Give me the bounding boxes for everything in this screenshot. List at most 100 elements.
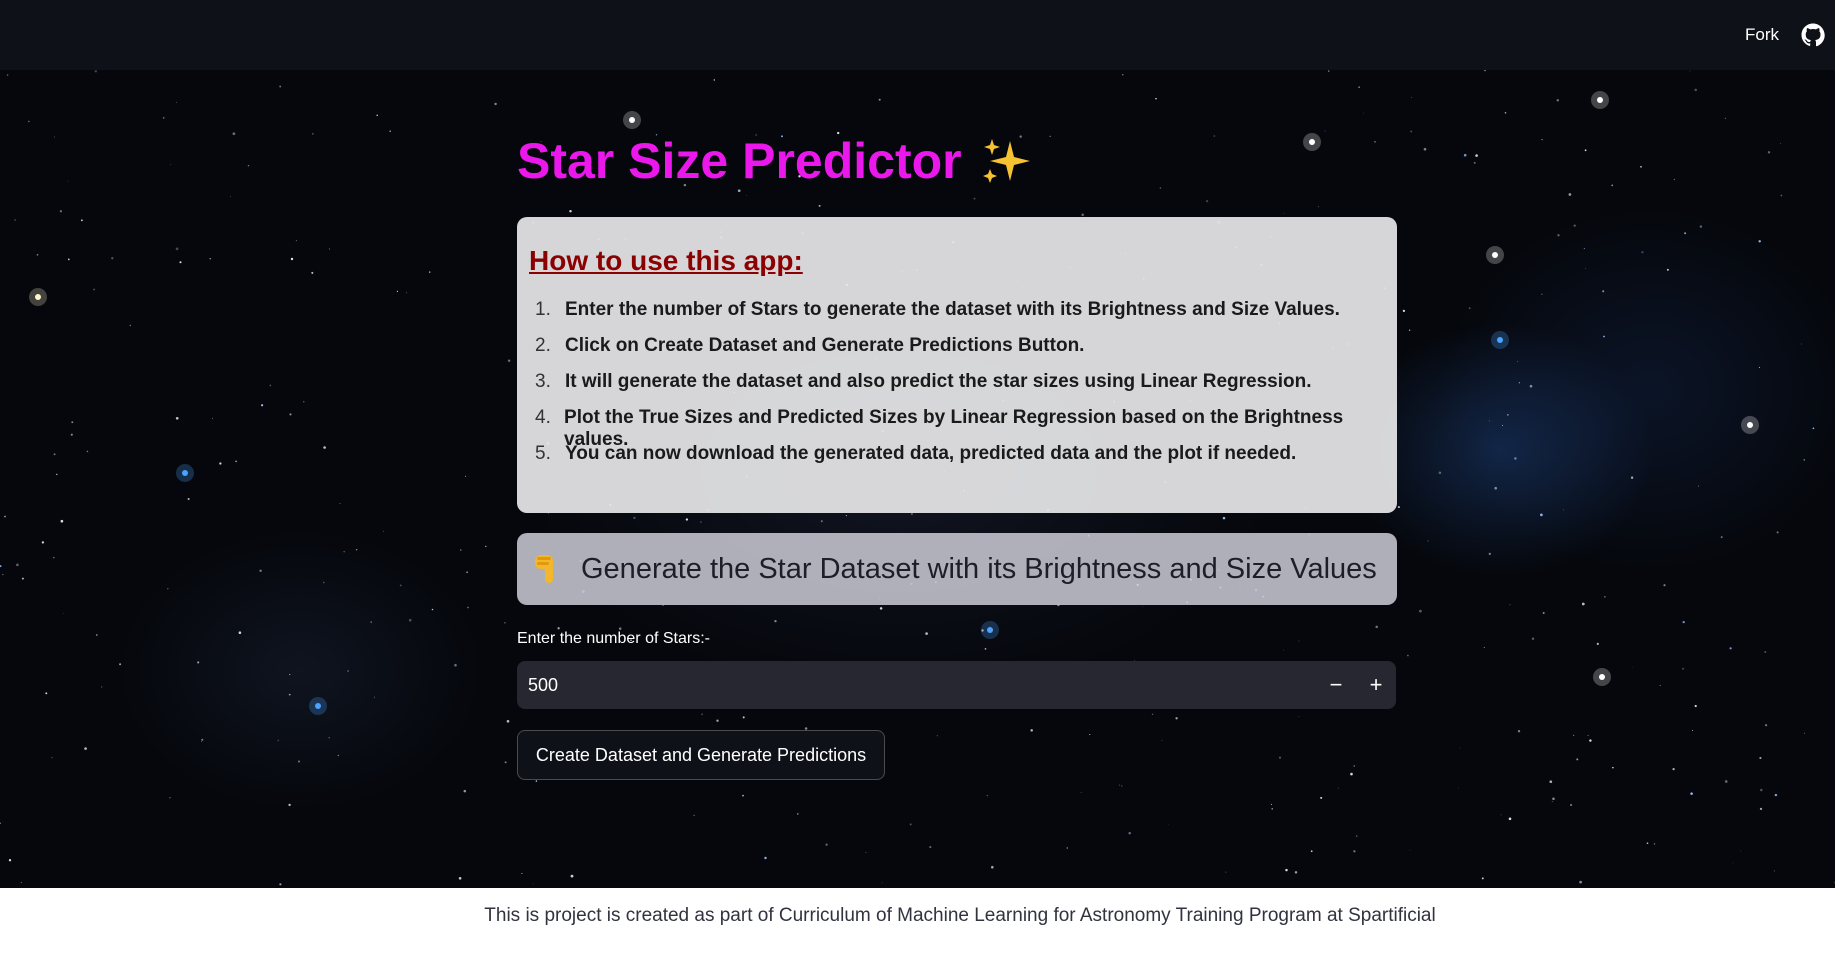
background-star [1278, 756, 1282, 759]
background-star [1285, 868, 1288, 872]
bright-star [315, 703, 321, 709]
background-star [1407, 654, 1409, 657]
background-star [1803, 459, 1805, 461]
background-star [1632, 666, 1633, 668]
background-star [119, 663, 122, 666]
background-star [570, 874, 574, 878]
background-star [1540, 513, 1543, 517]
decrement-button[interactable]: − [1316, 661, 1356, 709]
background-star [1294, 871, 1298, 874]
background-star [1508, 817, 1512, 821]
background-star [259, 569, 262, 572]
background-star [1374, 141, 1376, 143]
background-star [1694, 704, 1697, 708]
background-star [389, 130, 392, 133]
footer-text: This is project is created as part of Cu… [484, 905, 1436, 926]
background-star [1494, 486, 1497, 490]
background-star [1501, 424, 1504, 427]
background-star [1573, 224, 1576, 227]
background-star [1570, 803, 1573, 807]
background-star [1672, 767, 1675, 771]
background-star [41, 541, 45, 544]
background-star [1603, 335, 1605, 338]
background-star [247, 165, 250, 167]
background-star [865, 851, 867, 854]
bright-star [182, 470, 188, 476]
background-star [339, 503, 341, 504]
increment-button[interactable]: + [1356, 661, 1396, 709]
background-star [323, 581, 325, 584]
background-star [1602, 290, 1605, 293]
background-star [1353, 765, 1355, 767]
background-star [1337, 787, 1339, 789]
background-star [521, 872, 523, 875]
list-item: 3. It will generate the dataset and also… [529, 371, 1385, 407]
background-star [1459, 747, 1461, 749]
how-to-use-panel: How to use this app: 1. Enter the number… [517, 217, 1397, 513]
background-star [383, 531, 384, 533]
background-star [1583, 248, 1585, 250]
background-star [96, 634, 98, 636]
fork-link[interactable]: Fork [1745, 25, 1779, 45]
background-star [405, 292, 407, 294]
background-star [1724, 780, 1728, 783]
background-star [235, 460, 237, 463]
background-star [910, 512, 913, 516]
background-star [1283, 212, 1285, 214]
background-star [1740, 850, 1742, 852]
background-star [1517, 730, 1521, 733]
background-star [984, 648, 987, 650]
background-star [343, 551, 345, 553]
background-star [1517, 361, 1519, 362]
background-star [347, 670, 349, 672]
background-star [179, 261, 182, 264]
background-star [1779, 143, 1781, 144]
background-star [1483, 70, 1487, 72]
background-star [399, 584, 402, 587]
background-star [201, 738, 204, 741]
background-star [209, 258, 211, 260]
background-star [1363, 112, 1364, 114]
background-star [1611, 184, 1614, 187]
background-star [169, 797, 171, 799]
background-star [1089, 733, 1091, 736]
background-star [328, 736, 330, 739]
step-text: You can now download the generated data,… [565, 443, 1297, 464]
background-star [1081, 213, 1084, 217]
background-star [1803, 732, 1805, 734]
background-star [129, 324, 132, 327]
background-star [1549, 780, 1553, 784]
background-star [1541, 138, 1543, 141]
background-star [277, 739, 279, 742]
background-star [506, 719, 510, 723]
background-star [1692, 730, 1694, 731]
background-star [1773, 870, 1775, 872]
github-icon[interactable] [1801, 23, 1825, 47]
background-star [1419, 609, 1422, 613]
background-star [1699, 225, 1703, 228]
background-star [93, 288, 95, 291]
background-star [1489, 420, 1490, 422]
background-star [36, 253, 39, 256]
background-star [1666, 268, 1669, 271]
page-title: Star Size Predictor [517, 132, 1032, 190]
create-dataset-button[interactable]: Create Dataset and Generate Predictions [517, 730, 885, 780]
background-star [1596, 642, 1599, 646]
background-star [1604, 596, 1606, 598]
stars-count-input[interactable] [517, 674, 1316, 696]
background-star [701, 713, 704, 716]
background-star [532, 883, 534, 885]
background-star [797, 813, 799, 815]
list-item: 5. You can now download the generated da… [529, 443, 1385, 479]
background-star [1475, 154, 1478, 157]
background-star [467, 606, 469, 609]
background-star [1720, 536, 1723, 539]
background-star [1283, 649, 1285, 651]
background-star [1541, 293, 1543, 295]
background-star [1397, 506, 1400, 509]
list-item: 2. Click on Create Dataset and Generate … [529, 335, 1385, 371]
background-star [1488, 552, 1491, 556]
background-star [1161, 739, 1163, 741]
background-star [845, 514, 848, 517]
background-star [633, 516, 636, 520]
